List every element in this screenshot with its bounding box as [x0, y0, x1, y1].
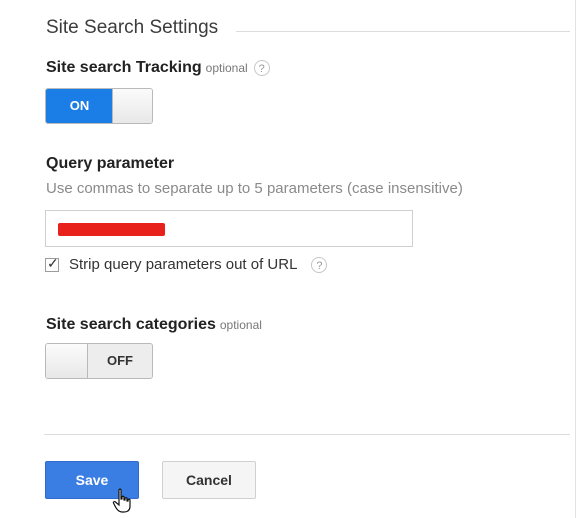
query-parameter-input[interactable]: [45, 210, 413, 247]
categories-label-row: Site search categories optional: [46, 316, 262, 334]
checkmark-icon: ✓: [47, 254, 59, 271]
hand-pointer-icon: [112, 488, 131, 513]
tracking-toggle[interactable]: ON: [45, 88, 153, 124]
tracking-label: Site search Tracking: [46, 59, 202, 76]
strip-params-row: ✓ Strip query parameters out of URL ?: [45, 254, 328, 273]
tracking-label-row: Site search Tracking optional?: [46, 59, 270, 77]
actions-divider: [44, 434, 570, 435]
strip-params-checkbox[interactable]: ✓: [45, 254, 59, 272]
help-icon[interactable]: ?: [253, 59, 270, 76]
toggle-knob: [112, 89, 152, 123]
categories-optional: optional: [219, 318, 262, 332]
cancel-button[interactable]: Cancel: [162, 461, 256, 499]
tracking-optional: optional: [205, 61, 248, 75]
toggle-on-label: ON: [46, 89, 113, 123]
title-divider: [236, 31, 570, 32]
categories-toggle[interactable]: OFF: [45, 343, 153, 379]
redacted-value: [58, 223, 165, 236]
section-title: Site Search Settings: [46, 17, 219, 38]
query-label: Query parameter: [46, 155, 175, 172]
panel-right-border: [575, 0, 576, 518]
strip-params-label[interactable]: Strip query parameters out of URL: [69, 256, 297, 273]
help-icon[interactable]: ?: [311, 256, 328, 273]
toggle-off-label: OFF: [88, 344, 152, 378]
categories-label: Site search categories: [46, 316, 216, 333]
query-hint: Use commas to separate up to 5 parameter…: [46, 180, 463, 197]
toggle-knob: [46, 344, 88, 378]
